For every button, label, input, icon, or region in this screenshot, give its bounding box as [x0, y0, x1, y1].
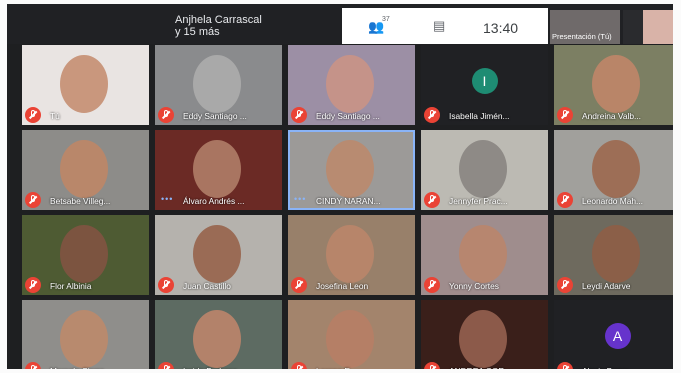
participant-video [459, 310, 507, 368]
participant-avatar: A [604, 323, 631, 349]
mic-off-icon [291, 107, 307, 123]
meeting-line-1: Anjhela Carrascal [175, 14, 262, 26]
participant-name: Eddy Santiago ... [316, 111, 380, 121]
participant-name: Marcelo Sierra [50, 366, 104, 369]
speaking-indicator-icon: ••• [294, 194, 307, 204]
mic-off-icon [557, 362, 573, 369]
participant-tile[interactable]: Juan Castillo [155, 215, 282, 295]
screenshot-stage: Anjhela Carrascal y 15 más 👥 37 ▤ 13:40 … [0, 0, 681, 373]
participant-tile[interactable]: ANDREA COR... [421, 300, 548, 369]
participant-tile[interactable]: ••• Álvaro Andrés ... [155, 130, 282, 210]
mic-off-icon [158, 277, 174, 293]
participant-tile[interactable]: Lorena E [288, 300, 415, 369]
participant-tile[interactable]: Jennyfer Prac... [421, 130, 548, 210]
participants-count: 37 [382, 16, 390, 23]
meeting-line-2: y 15 más [175, 26, 220, 38]
participant-tile[interactable]: ••• CINDY NARAN... [288, 130, 415, 210]
mic-off-icon [158, 107, 174, 123]
mic-off-icon [424, 277, 440, 293]
participant-tile[interactable]: Iraida Barboso [155, 300, 282, 369]
participant-video [459, 140, 507, 198]
participant-video [326, 225, 374, 283]
participant-name: Leydi Adarve [582, 281, 631, 291]
mic-off-icon [291, 362, 307, 369]
participant-name: Alexis Baron [582, 366, 629, 369]
participant-name: Isabella Jimén... [449, 111, 510, 121]
mic-off-icon [424, 362, 440, 369]
participant-name: Andreina Valb... [582, 111, 641, 121]
participant-tile[interactable]: Josefina Leon [288, 215, 415, 295]
presentation-tile[interactable]: Presentación (Tú) [550, 10, 620, 44]
mic-off-icon [25, 362, 41, 369]
participant-tile[interactable]: Flor Albinia [22, 215, 149, 295]
participant-name: Jennyfer Prac... [449, 196, 508, 206]
mic-off-icon [25, 107, 41, 123]
participant-video [193, 225, 241, 283]
self-mic-area [623, 10, 643, 44]
mic-off-icon [424, 192, 440, 208]
participant-tile[interactable]: Eddy Santiago ... [155, 45, 282, 125]
participant-name: Lorena E [316, 366, 350, 369]
participant-tile[interactable]: Betsabe Villeg... [22, 130, 149, 210]
participant-name: Flor Albinia [50, 281, 92, 291]
participant-video [592, 225, 640, 283]
participant-tile[interactable]: Eddy Santiago ... [288, 45, 415, 125]
participant-video [193, 140, 241, 198]
participant-video [60, 310, 108, 368]
participant-name: Juan Castillo [183, 281, 231, 291]
participant-tile[interactable]: Leonardo Mah... [554, 130, 673, 210]
mic-off-icon [158, 362, 174, 369]
participant-tile[interactable]: Yonny Cortes [421, 215, 548, 295]
participant-video [193, 55, 241, 113]
participant-name: Álvaro Andrés ... [183, 196, 245, 206]
participant-name: Tú [50, 111, 60, 121]
participant-video [459, 225, 507, 283]
participant-avatar: I [471, 68, 498, 94]
participant-video [326, 55, 374, 113]
mic-off-icon [25, 277, 41, 293]
participant-video [60, 225, 108, 283]
mic-off-icon [424, 107, 440, 123]
participant-name: Betsabe Villeg... [50, 196, 111, 206]
mic-off-icon [291, 277, 307, 293]
presentation-label: Presentación (Tú) [552, 32, 612, 41]
speaking-indicator-icon: ••• [161, 194, 174, 204]
participant-video [326, 140, 374, 198]
participant-name: Leonardo Mah... [582, 196, 643, 206]
mic-off-icon [557, 192, 573, 208]
top-bar: Anjhela Carrascal y 15 más 👥 37 ▤ 13:40 … [7, 4, 673, 44]
participant-video [592, 140, 640, 198]
participant-tile[interactable]: Andreina Valb... [554, 45, 673, 125]
chat-icon[interactable]: ▤ [433, 19, 445, 32]
participant-name: Iraida Barboso [183, 366, 237, 369]
participant-name: Josefina Leon [316, 281, 369, 291]
participant-name: ANDREA COR... [449, 366, 511, 369]
participant-video [60, 55, 108, 113]
participant-video [592, 55, 640, 113]
mic-off-icon [557, 277, 573, 293]
top-controls: 👥 37 ▤ 13:40 [342, 8, 548, 44]
clock: 13:40 [483, 20, 519, 36]
participant-name: Eddy Santiago ... [183, 111, 247, 121]
participant-tile[interactable]: Leydi Adarve [554, 215, 673, 295]
participant-tile[interactable]: I Isabella Jimén... [421, 45, 548, 125]
mic-off-icon [557, 107, 573, 123]
participant-tile[interactable]: Tú [22, 45, 149, 125]
mic-off-icon [25, 192, 41, 208]
participant-video [193, 310, 241, 368]
meet-window: Anjhela Carrascal y 15 más 👥 37 ▤ 13:40 … [7, 4, 673, 369]
participant-name: Yonny Cortes [449, 281, 499, 291]
self-preview[interactable] [643, 10, 673, 44]
participant-video [60, 140, 108, 198]
participant-name: CINDY NARAN... [316, 196, 381, 206]
participant-video [326, 310, 374, 368]
participant-tile[interactable]: Marcelo Sierra [22, 300, 149, 369]
participant-tile[interactable]: A Alexis Baron [554, 300, 673, 369]
meeting-details[interactable]: Anjhela Carrascal y 15 más [175, 14, 262, 38]
